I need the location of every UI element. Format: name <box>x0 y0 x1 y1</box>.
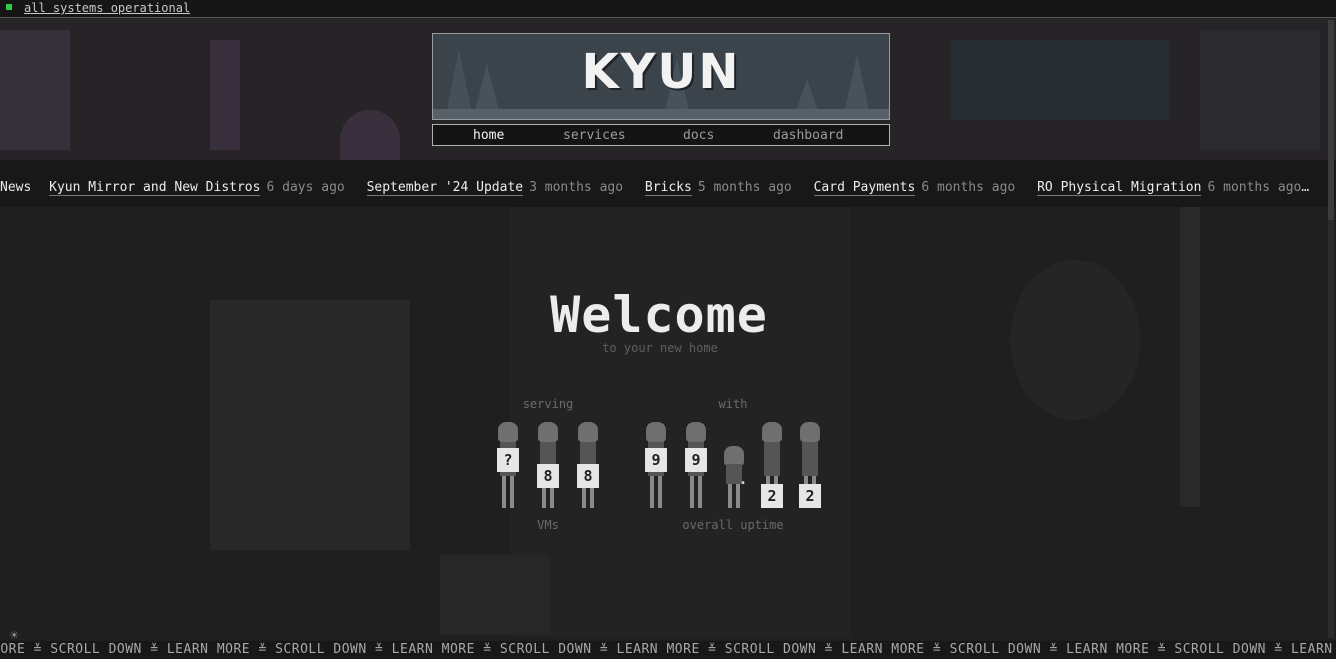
counter-digit: 9 <box>645 448 667 472</box>
page-scrollbar[interactable] <box>1328 20 1334 638</box>
counter-character: 8 <box>532 420 564 510</box>
counter-character: 9 <box>680 420 712 510</box>
counter-digit: 8 <box>577 464 599 488</box>
serving-label: serving <box>522 397 574 411</box>
uptime-counter: 9 9 . 2 2 <box>640 420 840 512</box>
vm-count-counter: ? 8 8 <box>492 420 612 512</box>
nav-home[interactable]: home <box>473 125 504 146</box>
counter-character: 2 <box>794 420 826 510</box>
nav-docs[interactable]: docs <box>683 125 714 146</box>
news-item-time: 6 months ago <box>921 180 1016 195</box>
counter-digit: 2 <box>799 484 821 508</box>
ticker-text: MORE ≚ SCROLL DOWN ≚ LEARN MORE ≚ SCROLL… <box>0 642 1336 657</box>
news-item-title[interactable]: Kyun Mirror and New Distros <box>49 180 261 196</box>
status-indicator-icon <box>6 4 12 10</box>
counter-digit: ? <box>497 448 519 472</box>
counter-digit: 8 <box>537 464 559 488</box>
counter-digit: . <box>738 470 748 488</box>
counter-character: 8 <box>572 420 604 510</box>
status-link[interactable]: all systems operational <box>24 0 190 16</box>
news-item-title[interactable]: Card Payments <box>813 180 916 196</box>
uptime-label: overall uptime <box>682 518 784 532</box>
counter-character: 9 <box>640 420 672 510</box>
counter-digit: 2 <box>761 484 783 508</box>
with-label: with <box>718 397 748 411</box>
scrollbar-thumb[interactable] <box>1328 20 1334 220</box>
nav-dashboard[interactable]: dashboard <box>773 125 843 146</box>
news-item-time: 3 months ago <box>529 180 624 195</box>
news-item-title[interactable]: RO Physical Migration <box>1037 180 1202 196</box>
counter-digit: 9 <box>685 448 707 472</box>
welcome-heading: Welcome <box>550 286 768 344</box>
news-item-time: 5 months ago <box>697 180 792 195</box>
status-bar: all systems operational <box>0 0 1336 18</box>
counter-character: ? <box>492 420 524 510</box>
site-logo[interactable]: KYUN <box>432 33 890 120</box>
nav-services[interactable]: services <box>563 125 626 146</box>
news-strip: News Kyun Mirror and New Distros 6 days a… <box>0 160 1336 207</box>
news-item-time: 6 months ago… <box>1207 180 1310 195</box>
logo-text: KYUN <box>581 44 741 100</box>
news-item-title[interactable]: Bricks <box>644 180 692 196</box>
news-item-time: 6 days ago <box>266 180 345 195</box>
welcome-subtitle: to your new home <box>602 341 718 355</box>
scroll-down-ticker[interactable]: MORE ≚ SCROLL DOWN ≚ LEARN MORE ≚ SCROLL… <box>0 641 1336 659</box>
news-item-title[interactable]: September '24 Update <box>366 180 524 196</box>
counter-character: 2 <box>756 420 788 510</box>
main-nav: home services docs dashboard <box>432 124 890 146</box>
news-label: News <box>0 180 32 195</box>
counter-character: . <box>718 420 750 510</box>
vms-label: VMs <box>537 518 559 532</box>
